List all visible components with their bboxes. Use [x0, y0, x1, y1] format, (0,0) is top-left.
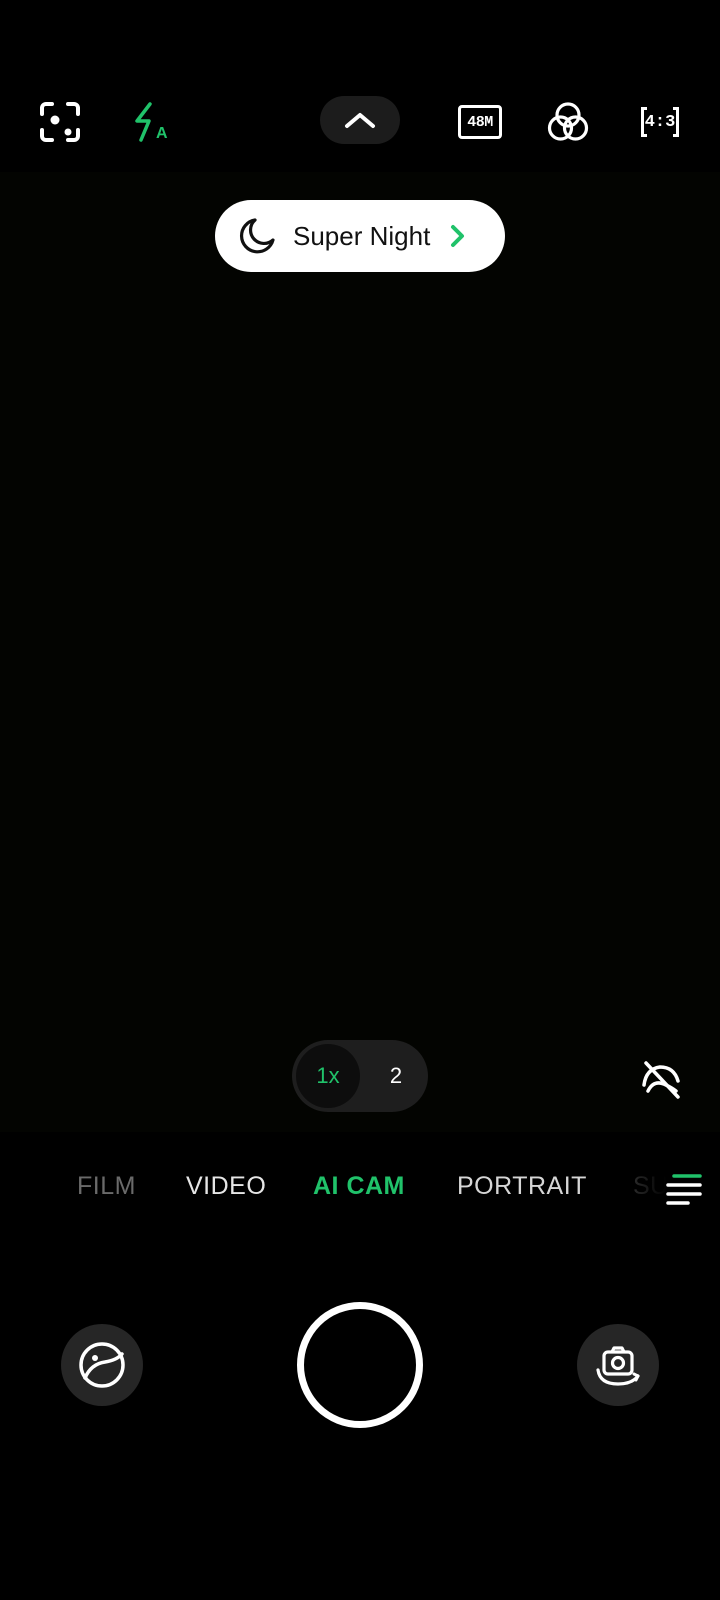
scan-icon: [40, 102, 80, 142]
filter-button[interactable]: [542, 96, 594, 148]
gallery-icon: [79, 1342, 125, 1388]
ai-scene-toggle-button[interactable]: [636, 1055, 686, 1105]
menu-icon: [666, 1174, 702, 1205]
more-settings-button[interactable]: [320, 96, 400, 144]
chevron-up-icon: [345, 113, 375, 128]
resolution-label: 48M: [467, 113, 493, 131]
aspect-ratio-icon: 4:3: [641, 107, 679, 137]
mode-ai-cam[interactable]: AI CAM: [313, 1172, 405, 1201]
chevron-right-icon: [451, 225, 465, 247]
flash-mode-letter: A: [156, 125, 168, 142]
camera-viewfinder[interactable]: [0, 172, 720, 1132]
shutter-button[interactable]: [297, 1302, 423, 1428]
super-night-chip[interactable]: Super Night: [215, 200, 505, 272]
flip-camera-button[interactable]: [577, 1324, 659, 1406]
moon-icon: [239, 218, 275, 254]
zoom-control: 1x 2: [292, 1040, 428, 1112]
zoom-option-2[interactable]: 2: [366, 1044, 426, 1108]
scan-button[interactable]: [34, 96, 86, 148]
gallery-button[interactable]: [61, 1324, 143, 1406]
mode-video[interactable]: VIDEO: [186, 1172, 266, 1201]
aspect-ratio-button[interactable]: 4:3: [634, 96, 686, 148]
flash-auto-icon: A: [135, 102, 168, 142]
camera-mode-strip: FILM VIDEO AI CAM PORTRAIT SU: [0, 1160, 720, 1216]
filter-icon: [547, 102, 589, 141]
flash-button[interactable]: A: [126, 96, 178, 148]
resolution-button[interactable]: 48M: [450, 96, 510, 148]
aspect-ratio-label: 4:3: [644, 112, 676, 132]
resolution-48m-icon: 48M: [458, 105, 502, 139]
zoom-option-1x[interactable]: 1x: [296, 1044, 360, 1108]
more-modes-button[interactable]: [664, 1172, 704, 1206]
ai-scene-off-icon: [642, 1061, 680, 1099]
flip-camera-icon: [596, 1346, 640, 1386]
mode-portrait[interactable]: PORTRAIT: [457, 1172, 587, 1201]
scene-chip-label: Super Night: [293, 220, 431, 251]
mode-film[interactable]: FILM: [77, 1172, 136, 1201]
